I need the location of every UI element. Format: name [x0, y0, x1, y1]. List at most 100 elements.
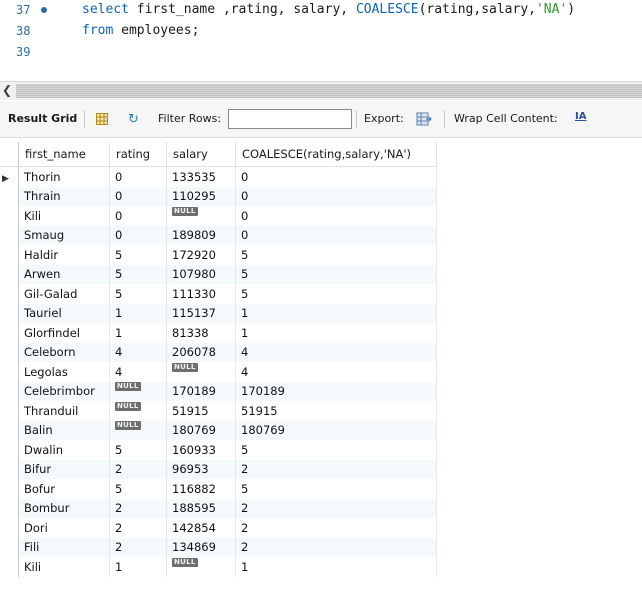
row-marker[interactable] — [0, 498, 19, 518]
cell-coalesce[interactable]: 2 — [235, 537, 437, 557]
cell-coalesce[interactable]: 5 — [235, 245, 437, 265]
cell-rating[interactable]: 4 — [109, 362, 167, 382]
cell-salary[interactable]: 81338 — [166, 323, 236, 343]
cell-rating[interactable]: 2 — [109, 518, 167, 538]
cell-first-name[interactable]: Bofur — [18, 479, 110, 499]
cell-rating[interactable]: 1 — [109, 303, 167, 323]
cell-first-name[interactable]: Thranduil — [18, 401, 110, 421]
cell-salary[interactable]: 96953 — [166, 459, 236, 479]
cell-salary[interactable]: 51915 — [166, 401, 236, 421]
table-row[interactable]: Bofur 5 116882 5 — [0, 479, 437, 499]
cell-salary[interactable]: 172920 — [166, 245, 236, 265]
row-marker[interactable] — [0, 245, 19, 265]
row-marker[interactable] — [0, 323, 19, 343]
cell-rating[interactable]: 5 — [109, 264, 167, 284]
cell-coalesce[interactable]: 2 — [235, 459, 437, 479]
cell-rating[interactable]: 0 — [109, 225, 167, 245]
table-row[interactable]: Tauriel 1 115137 1 — [0, 303, 437, 323]
cell-salary[interactable]: 111330 — [166, 284, 236, 304]
cell-coalesce[interactable]: 180769 — [235, 420, 437, 440]
cell-first-name[interactable]: Balin — [18, 420, 110, 440]
cell-coalesce[interactable]: 2 — [235, 518, 437, 538]
table-row[interactable]: Celeborn 4 206078 4 — [0, 342, 437, 362]
cell-rating[interactable]: NULL — [109, 401, 167, 421]
row-marker[interactable]: ▶ — [0, 166, 19, 187]
row-marker[interactable] — [0, 303, 19, 323]
row-marker[interactable] — [0, 186, 19, 206]
row-marker[interactable] — [0, 206, 19, 226]
cell-rating[interactable]: 0 — [109, 186, 167, 206]
cell-rating[interactable]: 2 — [109, 459, 167, 479]
cell-rating[interactable]: 2 — [109, 537, 167, 557]
table-row[interactable]: Glorfindel 1 81338 1 — [0, 323, 437, 343]
cell-coalesce[interactable]: 5 — [235, 264, 437, 284]
cell-first-name[interactable]: Dwalin — [18, 440, 110, 460]
table-row[interactable]: Dori 2 142854 2 — [0, 518, 437, 538]
cell-coalesce[interactable]: 4 — [235, 362, 437, 382]
table-row[interactable]: Celebrimbor NULL 170189 170189 — [0, 381, 437, 401]
row-marker[interactable] — [0, 342, 19, 362]
cell-salary[interactable]: 206078 — [166, 342, 236, 362]
cell-coalesce[interactable]: 1 — [235, 303, 437, 323]
export-icon[interactable] — [416, 111, 432, 127]
row-marker[interactable] — [0, 479, 19, 499]
row-marker[interactable] — [0, 284, 19, 304]
cell-salary[interactable]: 170189 — [166, 381, 236, 401]
cell-salary[interactable]: 142854 — [166, 518, 236, 538]
table-row[interactable]: Kili 1 NULL 1 — [0, 557, 437, 577]
table-row[interactable]: Legolas 4 NULL 4 — [0, 362, 437, 382]
cell-first-name[interactable]: Thorin — [18, 166, 110, 187]
cell-first-name[interactable]: Legolas — [18, 362, 110, 382]
row-marker[interactable] — [0, 537, 19, 557]
column-header-first-name[interactable]: first_name — [18, 142, 110, 167]
table-row[interactable]: Thranduil NULL 51915 51915 — [0, 401, 437, 421]
row-marker[interactable] — [0, 264, 19, 284]
cell-salary[interactable]: NULL — [166, 206, 236, 226]
cell-first-name[interactable]: Bifur — [18, 459, 110, 479]
table-row[interactable]: Bombur 2 188595 2 — [0, 498, 437, 518]
cell-rating[interactable]: 0 — [109, 166, 167, 187]
row-marker[interactable] — [0, 381, 19, 401]
cell-rating[interactable]: NULL — [109, 420, 167, 440]
table-row[interactable]: Balin NULL 180769 180769 — [0, 420, 437, 440]
filter-rows-input[interactable] — [228, 109, 352, 129]
row-marker[interactable] — [0, 459, 19, 479]
cell-coalesce[interactable]: 5 — [235, 440, 437, 460]
cell-salary[interactable]: NULL — [166, 362, 236, 382]
cell-salary[interactable]: 188595 — [166, 498, 236, 518]
cell-first-name[interactable]: Thrain — [18, 186, 110, 206]
cell-rating[interactable]: 1 — [109, 557, 167, 577]
cell-rating[interactable]: 2 — [109, 498, 167, 518]
grid-icon[interactable] — [96, 113, 108, 125]
editor-line[interactable]: 37 select first_name ,rating, salary, COA… — [0, 0, 642, 20]
cell-first-name[interactable]: Kili — [18, 557, 110, 577]
cell-salary[interactable]: 189809 — [166, 225, 236, 245]
column-header-salary[interactable]: salary — [166, 142, 236, 167]
editor-line[interactable]: 39 — [0, 42, 642, 62]
table-row[interactable]: Kili 0 NULL 0 — [0, 206, 437, 226]
table-row[interactable]: Thrain 0 110295 0 — [0, 186, 437, 206]
table-row[interactable]: Smaug 0 189809 0 — [0, 225, 437, 245]
wrap-cell-icon[interactable]: IA — [575, 111, 586, 122]
cell-first-name[interactable]: Kili — [18, 206, 110, 226]
table-row[interactable]: Bifur 2 96953 2 — [0, 459, 437, 479]
cell-first-name[interactable]: Glorfindel — [18, 323, 110, 343]
row-marker[interactable] — [0, 401, 19, 421]
cell-first-name[interactable]: Smaug — [18, 225, 110, 245]
horizontal-scrollbar[interactable]: ❮ — [0, 81, 642, 100]
cell-salary[interactable]: 115137 — [166, 303, 236, 323]
cell-rating[interactable]: NULL — [109, 381, 167, 401]
cell-rating[interactable]: 5 — [109, 440, 167, 460]
cell-coalesce[interactable]: 0 — [235, 166, 437, 187]
table-row[interactable]: Gil-Galad 5 111330 5 — [0, 284, 437, 304]
cell-coalesce[interactable]: 170189 — [235, 381, 437, 401]
sql-editor[interactable]: 37 select first_name ,rating, salary, COA… — [0, 0, 642, 80]
cell-first-name[interactable]: Haldir — [18, 245, 110, 265]
result-grid-tab[interactable]: Result Grid — [8, 101, 77, 137]
scroll-left-icon[interactable]: ❮ — [2, 83, 12, 97]
editor-line[interactable]: 38 from employees; — [0, 21, 642, 41]
cell-salary[interactable]: 110295 — [166, 186, 236, 206]
cell-rating[interactable]: 5 — [109, 284, 167, 304]
table-row[interactable]: Arwen 5 107980 5 — [0, 264, 437, 284]
cell-salary[interactable]: 133535 — [166, 166, 236, 187]
